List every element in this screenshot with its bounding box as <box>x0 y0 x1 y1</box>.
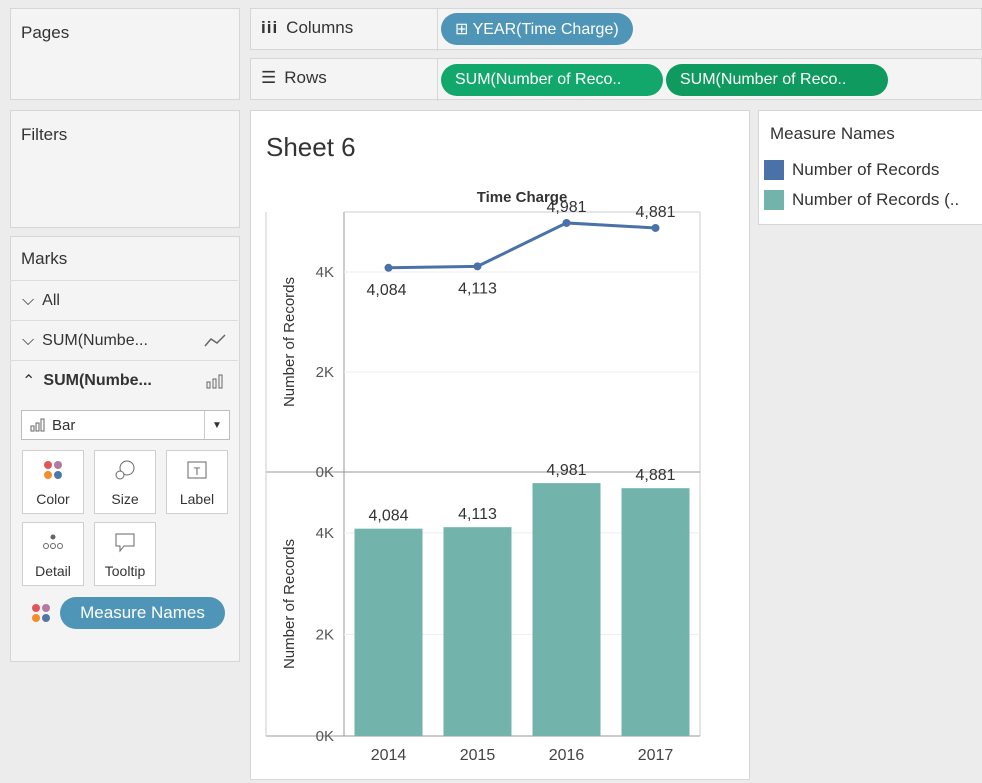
color-card[interactable]: Color <box>22 450 84 514</box>
bar-data-label: 4,113 <box>458 506 497 523</box>
chevron-up-icon: ⌃ <box>22 372 36 390</box>
columns-pill-year[interactable]: ⊞ YEAR(Time Charge) <box>441 13 633 45</box>
marks-item-bar[interactable]: ⌃ SUM(Numbe... <box>10 360 238 400</box>
bar <box>532 483 601 736</box>
measure-names-pill[interactable]: Measure Names <box>60 597 225 629</box>
y-tick-label: 4K <box>316 264 334 281</box>
sheet-title: Sheet 6 <box>266 132 356 162</box>
line-data-label: 4,981 <box>546 199 586 216</box>
line-data-label: 4,113 <box>458 280 497 297</box>
rows-shelf-header: ☰ Rows <box>261 68 327 88</box>
marks-item-line[interactable]: ⌵ SUM(Numbe... <box>10 320 238 360</box>
chevron-down-icon: ⌵ <box>22 291 35 309</box>
rows-icon: ☰ <box>261 68 277 87</box>
bar <box>621 488 690 736</box>
y-tick-label: 2K <box>316 364 334 381</box>
x-tick-label: 2014 <box>371 747 407 764</box>
bar-mark-icon <box>206 374 223 388</box>
color-dots-icon <box>44 461 62 479</box>
legend-item-2-label: Number of Records (.. <box>792 190 960 209</box>
rows-shelf[interactable]: ☰ Rows SUM(Number of Reco.. SUM(Number o… <box>250 58 982 101</box>
label-card[interactable]: T Label <box>166 450 228 514</box>
marks-item-bar-label: SUM(Numbe... <box>43 371 152 389</box>
color-dots-icon <box>32 604 50 622</box>
rows-pill-1[interactable]: SUM(Number of Reco.. <box>441 64 663 96</box>
tooltip-card[interactable]: Tooltip <box>94 522 156 586</box>
tooltip-icon <box>115 533 135 553</box>
text-label-icon: T <box>187 461 207 479</box>
chevron-down-icon: ⌵ <box>22 331 35 349</box>
marks-all[interactable]: ⌵ All <box>10 280 238 320</box>
legend-swatch-1 <box>764 160 784 180</box>
tooltip-card-label: Tooltip <box>104 563 146 579</box>
line-data-label: 4,084 <box>366 282 406 299</box>
dropdown-arrow-icon: ▼ <box>204 411 229 439</box>
pages-label: Pages <box>21 23 70 42</box>
line-point <box>384 263 393 272</box>
marks-item-line-label: SUM(Numbe... <box>42 331 148 349</box>
shelf-divider <box>437 59 438 101</box>
detail-card[interactable]: Detail <box>22 522 84 586</box>
y-tick-label: 2K <box>316 626 334 643</box>
y-tick-label: 0K <box>316 728 334 745</box>
y-axis-title: Number of Records <box>281 539 298 669</box>
line-mark-icon <box>204 333 226 346</box>
color-card-label: Color <box>36 491 70 507</box>
bar-data-label: 4,881 <box>635 467 675 484</box>
marks-all-label: All <box>42 291 60 309</box>
pages-panel: Pages <box>10 8 240 100</box>
chart: Time Charge0K2K4K0K2K4KNumber of Records… <box>265 189 701 764</box>
filters-panel: Filters <box>10 110 240 228</box>
y-tick-label: 0K <box>316 464 334 481</box>
x-tick-label: 2017 <box>638 747 674 764</box>
detail-card-label: Detail <box>35 563 71 579</box>
mark-type-dropdown[interactable]: Bar ▼ <box>21 410 230 440</box>
bar-mark-icon <box>30 418 45 432</box>
y-axis-title: Number of Records <box>281 277 298 407</box>
marks-label: Marks <box>21 249 68 268</box>
line-point <box>473 262 482 271</box>
rows-label: Rows <box>284 68 327 87</box>
detail-dots-icon <box>43 534 63 549</box>
bar-data-label: 4,084 <box>368 508 408 525</box>
shelf-divider <box>437 9 438 51</box>
bar-data-label: 4,981 <box>546 462 586 479</box>
size-icon <box>115 460 135 480</box>
bar <box>354 528 423 736</box>
size-card[interactable]: Size <box>94 450 156 514</box>
line-point <box>562 218 571 227</box>
mark-type-label: Bar <box>52 416 76 434</box>
bar <box>443 527 512 736</box>
filters-label: Filters <box>21 125 68 144</box>
line-data-label: 4,881 <box>635 204 675 221</box>
rows-pill-2[interactable]: SUM(Number of Reco.. <box>666 64 888 96</box>
legend-item-2[interactable]: Number of Records (.. <box>764 190 959 210</box>
line-series <box>388 221 656 270</box>
columns-icon: iii <box>261 18 279 37</box>
label-card-label: Label <box>179 491 215 507</box>
svg-text:T: T <box>194 466 201 478</box>
x-tick-label: 2016 <box>549 747 585 764</box>
legend-item-1[interactable]: Number of Records <box>764 160 939 180</box>
legend-item-1-label: Number of Records <box>792 160 940 179</box>
y-tick-label: 4K <box>316 525 334 542</box>
columns-shelf[interactable]: iii Columns ⊞ YEAR(Time Charge) <box>250 8 982 51</box>
legend-swatch-2 <box>764 190 784 210</box>
size-card-label: Size <box>111 491 139 507</box>
columns-label: Columns <box>286 18 354 37</box>
x-tick-label: 2015 <box>460 747 496 764</box>
legend-title: Measure Names <box>770 124 895 143</box>
columns-shelf-header: iii Columns <box>261 18 353 38</box>
line-point <box>651 223 660 232</box>
